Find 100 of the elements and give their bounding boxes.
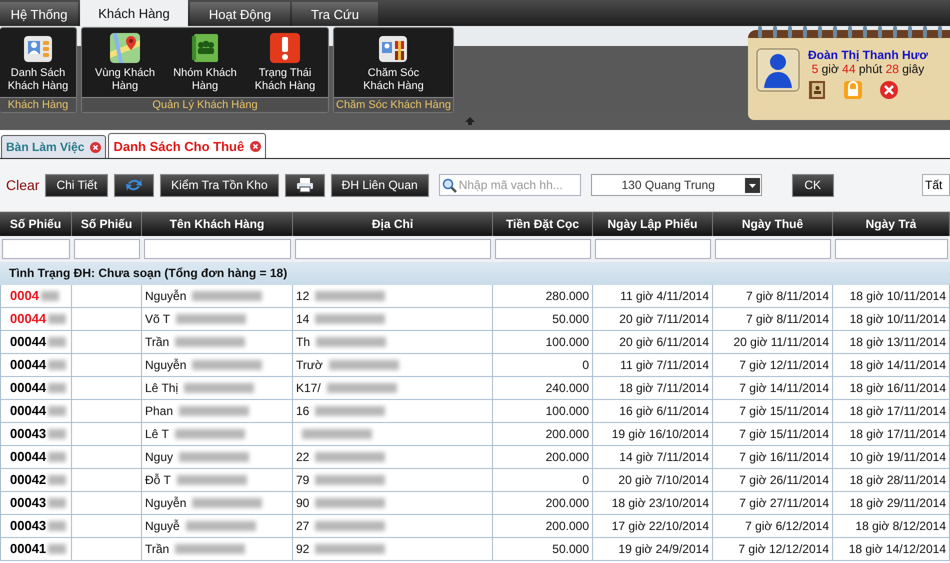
table-cell: 00043 [0,423,72,445]
table-cell: 0 [493,469,593,491]
ck-button[interactable]: CK [792,174,834,196]
blurred-text [315,291,386,301]
toolbar-button[interactable]: ĐH Liên Quan [330,174,429,196]
table-cell: 19 giờ 24/9/2014 [593,538,713,560]
blurred-text [186,521,256,531]
table-cell: 7 giờ 12/12/2014 [713,538,833,560]
table-cell: Đỗ T [142,469,293,491]
menu-tab[interactable]: Tra Cứu [292,2,378,26]
table-cell: 18 giờ 23/10/2014 [593,492,713,514]
address-book-icon[interactable] [806,80,827,100]
blurred-text [48,475,66,485]
blurred-text [316,337,386,347]
blurred-text [48,452,66,462]
menu-tab[interactable]: Hệ Thống [0,2,78,26]
table-cell: 11 giờ 7/11/2014 [593,354,713,376]
filter-input[interactable] [74,239,140,259]
table-cell: Trần [142,331,293,353]
table-cell: 7 giờ 27/11/2014 [713,492,833,514]
filter-input[interactable] [495,239,591,259]
table-cell: 00044 [0,331,72,353]
table-cell: 18 giờ 10/11/2014 [833,285,950,307]
menu-tab[interactable]: Khách Hàng [80,0,188,26]
filter-input[interactable] [295,239,491,259]
table-cell: 20 giờ 11/11/2014 [713,331,833,353]
ribbon-button[interactable]: Danh Sách Khách Hàng [4,28,72,97]
clear-link[interactable]: Clear [6,177,40,193]
table-cell: 18 giờ 14/12/2014 [833,538,950,560]
close-icon[interactable] [250,140,262,152]
close-icon[interactable] [878,80,899,100]
print-button[interactable] [284,174,325,196]
table-cell: Th [293,331,493,353]
filter-field[interactable]: Tất [922,174,950,196]
table-cell: 7 giờ 8/11/2014 [713,308,833,330]
close-icon[interactable] [90,142,102,152]
ribbon-button[interactable]: Chăm Sóc Khách Hàng [354,28,432,97]
table-cell: 12 [293,285,493,307]
lock-icon[interactable] [842,80,863,100]
user-avatar-icon [756,48,800,92]
table-cell: 17 giờ 22/10/2014 [593,515,713,537]
table-cell: 00044 [0,354,72,376]
table-cell: 200.000 [493,423,593,445]
table-cell: 00041 [0,538,72,560]
table-cell: 7 giờ 14/11/2014 [713,377,833,399]
table-cell: 00043 [0,515,72,537]
ribbon-button[interactable]: Nhóm Khách Hàng [166,28,244,97]
refresh-button[interactable] [114,174,154,196]
table-cell: 18 giờ 8/12/2014 [833,515,950,537]
blurred-text [176,475,247,485]
blurred-text [315,314,386,324]
table-cell: 20 giờ 6/11/2014 [593,331,713,353]
blurred-text [184,383,254,393]
table-cell: 16 [293,400,493,422]
table-cell: 10 giờ 19/11/2014 [833,446,950,468]
document-tab[interactable]: Danh Sách Cho Thuê [108,133,266,158]
table-cell: 11 giờ 4/11/2014 [593,285,713,307]
table-cell: 7 giờ 6/12/2014 [713,515,833,537]
blurred-text [315,544,386,554]
blurred-text [326,383,397,393]
search-field[interactable]: Nhập mã vạch hh... [438,174,581,196]
blurred-text [174,429,245,439]
blurred-text [175,544,246,554]
table-cell: Nguy [142,446,293,468]
user-name: Đoàn Thị Thanh Hươ [808,48,928,62]
filter-input[interactable] [595,239,711,259]
document-tab[interactable]: Bàn Làm Việc [1,135,106,158]
table-cell: Trườ [293,354,493,376]
toolbar-button[interactable]: Kiểm Tra Tồn Kho [160,174,279,196]
table-cell: Phan [142,400,293,422]
table-cell: 92 [293,538,493,560]
table-cell: 19 giờ 16/10/2014 [593,423,713,445]
table-cell: 27 [293,515,493,537]
table-cell: 7 giờ 8/11/2014 [713,285,833,307]
table-cell: 18 giờ 7/11/2014 [593,377,713,399]
blurred-text [315,452,386,462]
blurred-text [328,360,399,370]
table-cell: 50.000 [493,538,593,560]
table-cell: 20 giờ 7/11/2014 [593,308,713,330]
printer-icon [296,177,314,193]
menu-tab[interactable]: Hoạt Động [190,2,290,26]
filter-input[interactable] [715,239,831,259]
filter-input[interactable] [2,239,70,259]
filter-input[interactable] [144,239,291,259]
search-icon [442,178,457,192]
collapse-arrow-icon[interactable] [464,116,476,126]
branch-dropdown[interactable]: 130 Quang Trung [590,174,762,196]
filter-input[interactable] [835,239,948,259]
blurred-text [315,475,386,485]
table-cell: 0004 [0,285,72,307]
toolbar-button[interactable]: Chi Tiết [45,174,108,196]
table-cell: 22 [293,446,493,468]
table-cell: Nguyễ [142,515,293,537]
table-cell: 20 giờ 7/10/2014 [593,469,713,491]
ribbon-button[interactable]: Trạng Thái Khách Hàng [246,28,324,97]
ribbon-button[interactable]: Vùng Khách Hàng [86,28,164,97]
table-cell: 00044 [0,308,72,330]
blurred-text [179,406,250,416]
table-cell: Nguyễn [142,492,293,514]
table-cell: 200.000 [493,492,593,514]
